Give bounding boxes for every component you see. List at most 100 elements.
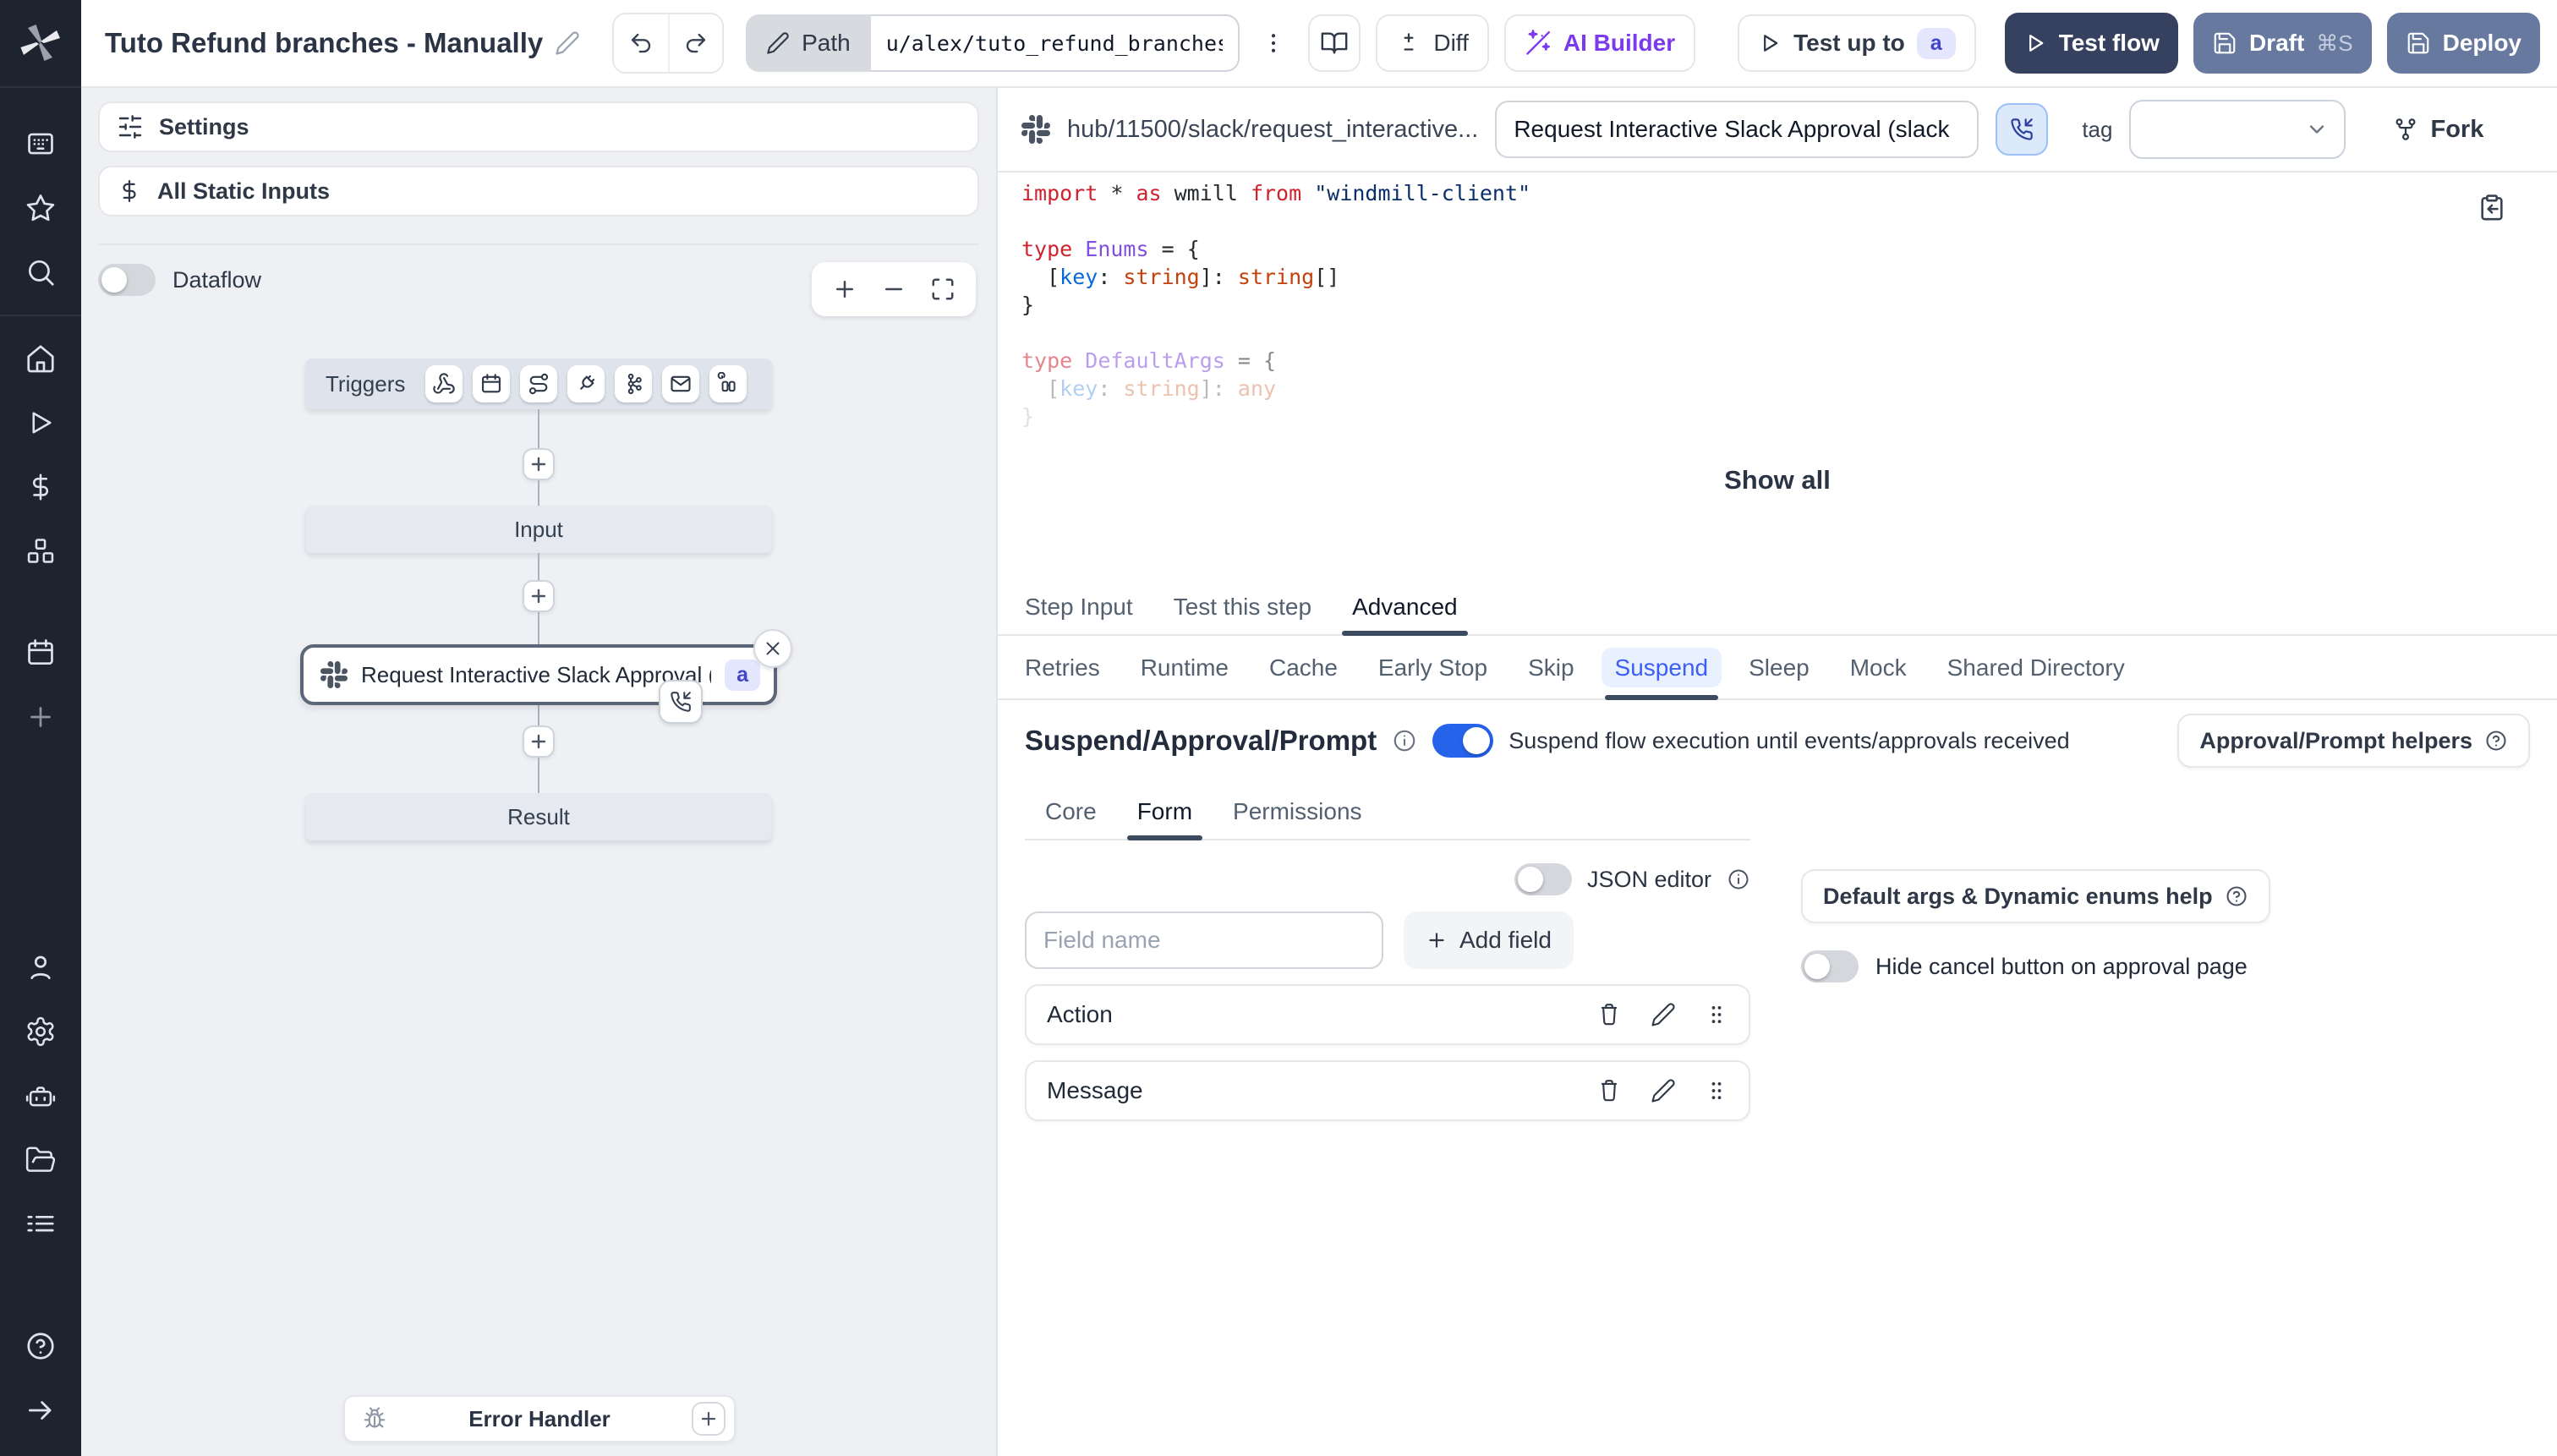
ai-builder-button[interactable]: AI Builder bbox=[1503, 14, 1696, 72]
tab-advanced[interactable]: Advanced bbox=[1332, 583, 1478, 636]
tab-test-this-step[interactable]: Test this step bbox=[1153, 583, 1332, 634]
flow-title-group: Tuto Refund branches - Manually bbox=[105, 27, 580, 59]
schedules-icon[interactable] bbox=[0, 621, 81, 685]
tab-runtime[interactable]: Runtime bbox=[1120, 639, 1249, 698]
tab-sleep[interactable]: Sleep bbox=[1728, 639, 1830, 698]
kafka-icon[interactable] bbox=[615, 365, 653, 402]
tab-form[interactable]: Form bbox=[1117, 791, 1213, 840]
phone-incoming-icon[interactable] bbox=[659, 680, 703, 724]
redo-button[interactable] bbox=[667, 14, 723, 72]
settings-icon[interactable] bbox=[0, 999, 81, 1064]
docs-button[interactable] bbox=[1307, 14, 1361, 72]
route-icon[interactable] bbox=[520, 365, 558, 402]
tab-cache[interactable]: Cache bbox=[1249, 639, 1358, 698]
suspend-phone-indicator[interactable] bbox=[1996, 103, 2049, 156]
diff-button[interactable]: Diff bbox=[1376, 14, 1489, 72]
step-summary-input[interactable] bbox=[1495, 101, 1979, 158]
variables-icon[interactable] bbox=[0, 455, 81, 519]
schedule-icon[interactable] bbox=[473, 365, 511, 402]
field-name-input[interactable] bbox=[1025, 911, 1383, 969]
tab-skip[interactable]: Skip bbox=[1508, 639, 1594, 698]
json-editor-row: JSON editor bbox=[1025, 861, 1750, 898]
error-handler-node[interactable]: Error Handler bbox=[343, 1395, 736, 1442]
add-field-row: Add field bbox=[1025, 911, 1750, 969]
create-icon[interactable] bbox=[0, 685, 81, 749]
tab-shared-directory[interactable]: Shared Directory bbox=[1927, 639, 2145, 698]
clipboard-paste-icon[interactable] bbox=[2478, 193, 2506, 222]
runs-icon[interactable] bbox=[0, 391, 81, 455]
test-flow-button[interactable]: Test flow bbox=[2004, 13, 2178, 74]
workers-icon[interactable] bbox=[0, 1064, 81, 1128]
zoom-in-icon[interactable] bbox=[832, 276, 857, 302]
fit-view-icon[interactable] bbox=[930, 276, 955, 302]
email-icon[interactable] bbox=[662, 365, 700, 402]
websocket-icon[interactable] bbox=[567, 365, 605, 402]
result-node[interactable]: Result bbox=[305, 793, 772, 840]
bug-icon bbox=[362, 1406, 387, 1431]
info-icon[interactable] bbox=[1392, 728, 1417, 753]
edit-field-icon[interactable] bbox=[1651, 1002, 1676, 1027]
slack-approval-step-node[interactable]: Request Interactive Slack Approval (... … bbox=[300, 629, 792, 724]
folders-icon[interactable] bbox=[0, 1128, 81, 1192]
fork-button[interactable]: Fork bbox=[2383, 114, 2494, 145]
code-editor[interactable]: import * as wmill from "windmill-client"… bbox=[998, 172, 2557, 463]
more-options-button[interactable] bbox=[1254, 14, 1293, 72]
logs-icon[interactable] bbox=[0, 1192, 81, 1256]
deploy-button[interactable]: Deploy bbox=[2386, 13, 2540, 74]
step-editor-panel: hub/11500/slack/request_interactive... t… bbox=[998, 88, 2557, 1456]
flow-settings-button[interactable]: Settings bbox=[98, 101, 979, 152]
json-editor-toggle[interactable] bbox=[1514, 863, 1572, 895]
apps-icon[interactable] bbox=[0, 112, 81, 176]
resources-icon[interactable] bbox=[0, 519, 81, 583]
show-all-button[interactable]: Show all bbox=[998, 463, 2557, 497]
test-up-to-button[interactable]: Test up to a bbox=[1738, 14, 1976, 72]
delete-field-icon[interactable] bbox=[1596, 1078, 1622, 1103]
edit-field-icon[interactable] bbox=[1651, 1078, 1676, 1103]
plus-icon bbox=[1429, 933, 1444, 948]
delete-field-icon[interactable] bbox=[1596, 1002, 1622, 1027]
form-field-row[interactable]: Action bbox=[1025, 984, 1750, 1045]
undo-button[interactable] bbox=[614, 14, 668, 72]
home-icon[interactable] bbox=[0, 326, 81, 391]
tab-suspend[interactable]: Suspend bbox=[1595, 639, 1729, 700]
approval-prompt-helpers-button[interactable]: Approval/Prompt helpers bbox=[2177, 714, 2530, 768]
tab-mock[interactable]: Mock bbox=[1830, 639, 1927, 698]
all-static-inputs-button[interactable]: All Static Inputs bbox=[98, 166, 979, 216]
hub-script-path[interactable]: hub/11500/slack/request_interactive... bbox=[1067, 116, 1478, 144]
tag-select[interactable] bbox=[2129, 100, 2346, 159]
triggers-node[interactable]: Triggers bbox=[305, 359, 772, 409]
draft-button[interactable]: Draft ⌘S bbox=[2193, 13, 2372, 74]
input-node[interactable]: Input bbox=[305, 506, 772, 553]
edit-title-icon[interactable] bbox=[555, 30, 580, 56]
tab-core[interactable]: Core bbox=[1025, 791, 1117, 839]
add-step-after-button[interactable] bbox=[523, 725, 555, 758]
default-args-help-button[interactable]: Default args & Dynamic enums help bbox=[1801, 869, 2270, 923]
add-field-button[interactable]: Add field bbox=[1404, 911, 1574, 969]
hide-cancel-toggle[interactable] bbox=[1801, 950, 1859, 983]
tab-permissions[interactable]: Permissions bbox=[1213, 791, 1382, 839]
search-icon[interactable] bbox=[0, 240, 81, 304]
zoom-out-icon[interactable] bbox=[881, 276, 906, 302]
add-step-top-button[interactable] bbox=[523, 448, 555, 480]
expand-sidebar-icon[interactable] bbox=[0, 1378, 81, 1442]
add-step-before-button[interactable] bbox=[523, 580, 555, 612]
remove-step-button[interactable] bbox=[753, 629, 792, 668]
users-icon[interactable] bbox=[0, 935, 81, 999]
webhook-icon[interactable] bbox=[425, 365, 463, 402]
favorites-icon[interactable] bbox=[0, 176, 81, 240]
dataflow-toggle[interactable] bbox=[98, 264, 156, 296]
drag-handle-icon[interactable] bbox=[1705, 1003, 1728, 1026]
path-input[interactable] bbox=[870, 14, 1240, 72]
path-button[interactable]: Path bbox=[746, 14, 871, 72]
add-error-handler-button[interactable] bbox=[692, 1402, 725, 1436]
tab-early-stop[interactable]: Early Stop bbox=[1358, 639, 1508, 698]
help-icon[interactable] bbox=[0, 1314, 81, 1378]
tab-step-input[interactable]: Step Input bbox=[1005, 583, 1153, 634]
suspend-enable-toggle[interactable] bbox=[1432, 724, 1494, 758]
poll-icon[interactable] bbox=[709, 365, 747, 402]
tab-retries[interactable]: Retries bbox=[1005, 639, 1120, 698]
form-field-row[interactable]: Message bbox=[1025, 1060, 1750, 1121]
windmill-logo[interactable] bbox=[0, 0, 81, 88]
drag-handle-icon[interactable] bbox=[1705, 1079, 1728, 1103]
info-icon[interactable] bbox=[1727, 868, 1750, 891]
